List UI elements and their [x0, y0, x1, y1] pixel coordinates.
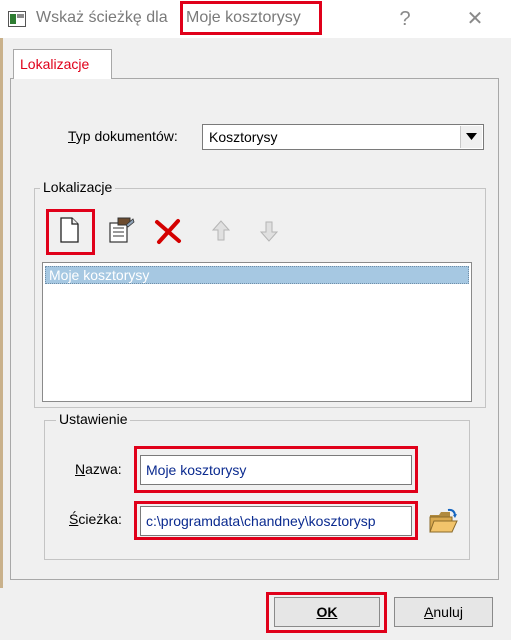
window-edge: [0, 38, 3, 588]
title-bar: Wskaż ścieżkę dla Moje kosztorysy ? ✕: [0, 0, 511, 38]
locations-group-title: Lokalizacje: [40, 179, 116, 195]
new-document-icon[interactable]: [53, 215, 83, 245]
arrow-down-icon: [256, 218, 286, 248]
name-field[interactable]: Moje kosztorysy: [140, 455, 412, 485]
ok-button[interactable]: OK: [274, 597, 380, 627]
cancel-button[interactable]: Anuluj: [394, 597, 493, 627]
tab-lokalizacje[interactable]: Lokalizacje: [13, 49, 112, 79]
chevron-down-icon: [466, 133, 477, 140]
locations-list[interactable]: Moje kosztorysy: [42, 262, 472, 402]
delete-icon[interactable]: [153, 216, 183, 246]
document-type-select[interactable]: Kosztorysy: [202, 124, 484, 150]
settings-group-title: Ustawienie: [56, 411, 131, 427]
window-title-path: Moje kosztorysy: [186, 9, 301, 26]
app-icon: [8, 11, 26, 27]
close-button[interactable]: ✕: [452, 3, 498, 35]
list-item[interactable]: Moje kosztorysy: [45, 266, 469, 284]
arrow-up-icon: [208, 218, 238, 248]
document-type-label: Typ dokumentów:: [68, 128, 178, 144]
help-button[interactable]: ?: [382, 3, 428, 35]
window-title: Wskaż ścieżkę dla: [36, 9, 168, 26]
document-type-value: Kosztorysy: [209, 129, 278, 145]
edit-properties-icon[interactable]: [106, 215, 136, 245]
path-field[interactable]: c:\programdata\chandney\kosztorysp: [140, 506, 412, 536]
path-label: Ścieżka:: [69, 511, 122, 527]
folder-open-icon[interactable]: [428, 507, 458, 537]
settings-group: [44, 420, 470, 560]
dropdown-button[interactable]: [460, 126, 482, 148]
name-label: Nazwa:: [75, 461, 122, 477]
